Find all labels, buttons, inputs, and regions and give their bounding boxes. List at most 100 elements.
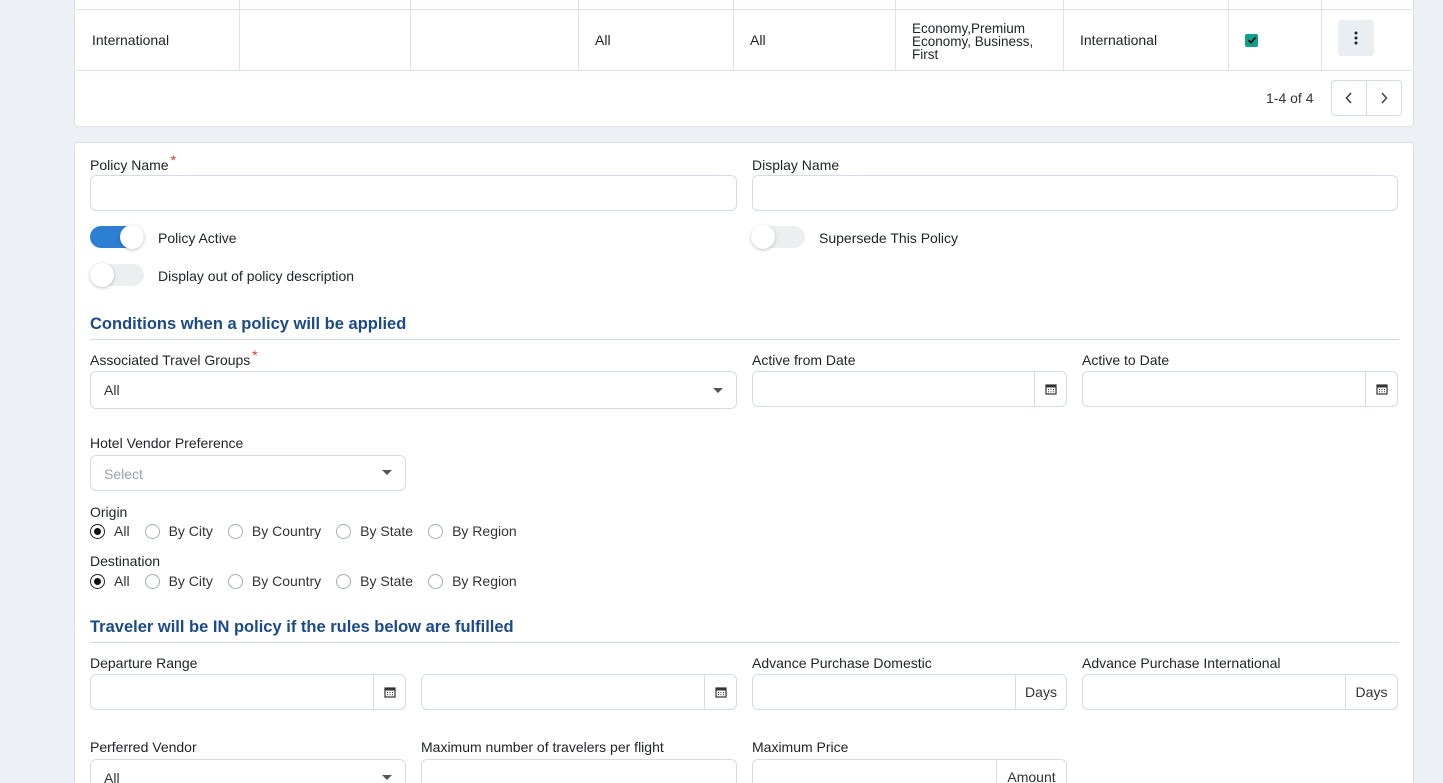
- hotel-vendor-label: Hotel Vendor Preference: [90, 435, 244, 451]
- departure-start-calendar-button[interactable]: [373, 675, 405, 709]
- cell-type: International: [1064, 10, 1229, 70]
- origin-option-region[interactable]: By Region: [428, 523, 517, 539]
- radio-label: All: [114, 573, 130, 589]
- destination-radio-group: All By City By Country By State By Regio…: [90, 571, 532, 591]
- calendar-icon: [383, 687, 396, 698]
- calendar-icon: [714, 687, 727, 698]
- hotel-vendor-select[interactable]: Select: [90, 455, 406, 491]
- supersede-label: Supersede This Policy: [819, 230, 959, 246]
- row-actions-button[interactable]: [1338, 20, 1374, 56]
- radio-label: All: [114, 523, 130, 539]
- active-to-calendar-button[interactable]: [1365, 372, 1397, 406]
- travel-groups-value: All: [104, 382, 120, 398]
- active-checkbox[interactable]: [1245, 33, 1258, 47]
- origin-option-city[interactable]: By City: [144, 523, 213, 539]
- days-addon: Days: [1345, 675, 1397, 709]
- toggle-knob: [120, 225, 144, 249]
- radio-button[interactable]: [144, 523, 160, 539]
- active-from-calendar-button[interactable]: [1034, 372, 1066, 406]
- table-row[interactable]: International All All Economy,Premium Ec…: [75, 0, 1413, 71]
- cell-active: [1229, 10, 1322, 70]
- travel-groups-select[interactable]: All: [90, 371, 737, 409]
- cell-empty: [240, 10, 411, 70]
- radio-label: By City: [168, 573, 213, 589]
- departure-range-start-input[interactable]: [90, 674, 406, 710]
- conditions-section-title: Conditions when a policy will be applied: [90, 315, 1399, 340]
- origin-option-state[interactable]: By State: [336, 523, 413, 539]
- supersede-toggle[interactable]: [751, 225, 805, 249]
- advance-domestic-input[interactable]: Days: [752, 674, 1067, 710]
- caret-down-icon: [382, 775, 392, 780]
- chevron-right-icon: [1381, 92, 1388, 104]
- max-travelers-input[interactable]: [421, 759, 737, 783]
- radio-label: By Region: [452, 523, 517, 539]
- radio-button[interactable]: [144, 573, 160, 589]
- next-page-button[interactable]: [1366, 80, 1402, 116]
- radio-button[interactable]: [428, 573, 444, 589]
- origin-option-country[interactable]: By Country: [227, 523, 322, 539]
- travel-groups-label: Associated Travel Groups *: [90, 347, 258, 368]
- required-marker: *: [252, 347, 258, 363]
- radio-button[interactable]: [336, 523, 352, 539]
- prev-page-button[interactable]: [1331, 80, 1367, 116]
- radio-label: By City: [168, 523, 213, 539]
- radio-button[interactable]: [227, 573, 243, 589]
- radio-button[interactable]: [336, 573, 352, 589]
- label-text: Associated Travel Groups: [90, 352, 251, 368]
- label-text: Policy Name: [90, 157, 169, 173]
- policy-active-label: Policy Active: [158, 230, 237, 246]
- display-name-input[interactable]: [752, 175, 1398, 211]
- active-to-input[interactable]: [1082, 371, 1398, 407]
- active-to-label: Active to Date: [1082, 352, 1170, 368]
- calendar-icon: [1044, 384, 1057, 395]
- policy-active-toggle[interactable]: [90, 225, 144, 249]
- departure-range-end-input[interactable]: [421, 674, 737, 710]
- toggle-knob: [90, 263, 114, 287]
- hotel-vendor-placeholder: Select: [104, 466, 143, 482]
- active-from-input[interactable]: [752, 371, 1067, 407]
- max-price-input[interactable]: Amount: [752, 759, 1067, 783]
- origin-option-all[interactable]: All: [90, 523, 130, 539]
- advance-international-label: Advance Purchase International: [1082, 655, 1281, 671]
- radio-label: By State: [360, 573, 414, 589]
- cell-empty: [411, 10, 579, 70]
- policy-name-input[interactable]: [90, 175, 737, 211]
- required-marker: *: [170, 152, 177, 168]
- pagination-status: 1-4 of 4: [1266, 90, 1314, 106]
- preferred-vendor-value: All: [104, 770, 120, 783]
- check-icon: [1247, 36, 1256, 44]
- radio-label: By Country: [251, 523, 322, 539]
- cabin-line: First: [912, 46, 939, 62]
- radio-label: By Region: [452, 573, 517, 589]
- destination-option-country[interactable]: By Country: [227, 573, 322, 589]
- departure-end-calendar-button[interactable]: [704, 675, 736, 709]
- chevron-left-icon: [1345, 92, 1352, 104]
- radio-button[interactable]: [90, 573, 105, 589]
- toggle-knob: [751, 225, 775, 249]
- display-out-of-policy-label: Display out of policy description: [158, 268, 355, 284]
- destination-option-region[interactable]: By Region: [428, 573, 517, 589]
- cell-cabin-classes: Economy,Premium Economy, Business, First: [896, 10, 1064, 70]
- cabin-line: Economy,Premium: [912, 20, 1026, 36]
- cell-policy-name: International: [75, 10, 240, 70]
- days-addon: Days: [1015, 675, 1066, 709]
- kebab-menu-icon: [1354, 31, 1358, 45]
- caret-down-icon: [713, 388, 723, 393]
- destination-option-city[interactable]: By City: [144, 573, 213, 589]
- departure-range-label: Departure Range: [90, 655, 198, 671]
- radio-button[interactable]: [227, 523, 243, 539]
- advance-international-input[interactable]: Days: [1082, 674, 1398, 710]
- display-out-of-policy-toggle[interactable]: [90, 263, 144, 287]
- caret-down-icon: [382, 470, 392, 475]
- destination-option-all[interactable]: All: [90, 573, 130, 589]
- destination-option-state[interactable]: By State: [336, 573, 413, 589]
- preferred-vendor-select[interactable]: All: [90, 759, 406, 783]
- radio-button[interactable]: [428, 523, 444, 539]
- radio-label: By State: [360, 523, 414, 539]
- rules-section-title: Traveler will be IN policy if the rules …: [90, 618, 1399, 643]
- radio-button[interactable]: [90, 523, 105, 539]
- origin-label: Origin: [90, 504, 128, 520]
- radio-label: By Country: [251, 573, 322, 589]
- max-price-label: Maximum Price: [752, 739, 849, 755]
- cell-origin: All: [579, 10, 734, 70]
